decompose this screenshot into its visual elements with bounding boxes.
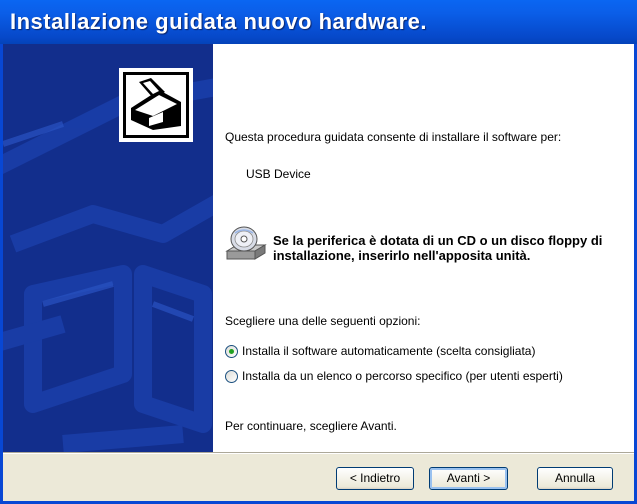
window-border-left [0,44,3,504]
option-automatic-label[interactable]: Installa il software automaticamente (sc… [242,344,535,358]
option-install-automatic[interactable]: Installa il software automaticamente (sc… [225,343,535,359]
intro-text: Questa procedura guidata consente di ins… [225,130,562,144]
device-name: USB Device [246,167,311,181]
hardware-wizard-icon [119,68,193,142]
radio-automatic-checked[interactable] [225,344,238,358]
wizard-window: Installazione guidata nuovo hardware. Qu… [0,0,637,504]
cancel-button[interactable]: Annulla [537,467,613,490]
cd-drive-icon [225,225,267,263]
next-button[interactable]: Avanti > [429,467,508,490]
option-from-list-label[interactable]: Installa da un elenco o percorso specifi… [242,369,563,383]
wizard-side-banner [3,44,213,452]
back-button[interactable]: < Indietro [336,467,414,490]
window-title: Installazione guidata nuovo hardware. [10,9,428,34]
radio-from-list[interactable] [225,369,238,383]
wizard-content: Questa procedura guidata consente di ins… [213,44,634,452]
option-install-from-list[interactable]: Installa da un elenco o percorso specifi… [225,368,563,384]
choose-prompt: Scegliere una delle seguenti opzioni: [225,314,421,328]
button-bar: < Indietro Avanti > Annulla [3,454,634,501]
title-bar[interactable]: Installazione guidata nuovo hardware. [0,0,637,45]
cd-instruction-text: Se la periferica è dotata di un CD o un … [273,233,603,263]
continue-hint: Per continuare, scegliere Avanti. [225,419,397,433]
wizard-client-area: Questa procedura guidata consente di ins… [3,44,634,501]
